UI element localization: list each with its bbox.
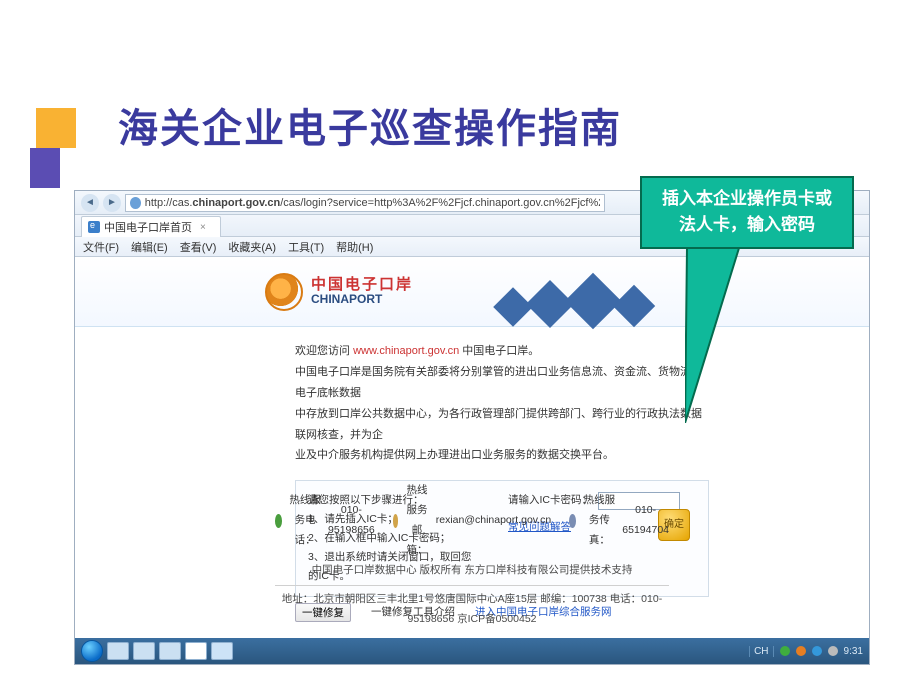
taskbar-browser-icon[interactable]: [159, 642, 181, 660]
site-header: 中国电子口岸 CHINAPORT: [75, 257, 869, 327]
tray-icon-3[interactable]: [812, 646, 822, 656]
globe-icon: [130, 197, 141, 209]
callout-line2: 法人卡，输入密码: [650, 212, 844, 238]
menu-edit[interactable]: 编辑(E): [131, 239, 168, 255]
clock[interactable]: 9:31: [844, 646, 863, 657]
tab-title: 中国电子口岸首页: [104, 219, 192, 235]
intro-line-2: 中存放到口岸公共数据中心，为各行政管理部门提供跨部门、跨行业的行政执法数据联网核…: [295, 404, 709, 446]
taskbar-word-icon[interactable]: [211, 642, 233, 660]
start-button[interactable]: [81, 640, 103, 662]
tray-icon-2[interactable]: [796, 646, 806, 656]
tray-icon-4[interactable]: [828, 646, 838, 656]
browser-tab[interactable]: 中国电子口岸首页 ×: [81, 216, 221, 237]
welcome-url[interactable]: www.chinaport.gov.cn: [353, 345, 459, 357]
browser-window: ◄ ► http://cas.chinaport.gov.cn/cas/logi…: [74, 190, 870, 665]
hotline-row: 热线服务电话：010-95198656 热线服务邮箱：rexian@chinap…: [275, 481, 669, 561]
intro-line-1: 中国电子口岸是国务院有关部委将分别掌管的进出口业务信息流、资金流、货物流等电子底…: [295, 362, 709, 404]
menu-help[interactable]: 帮助(H): [336, 239, 373, 255]
taskbar-qq-icon[interactable]: [185, 642, 207, 660]
site-logo: 中国电子口岸 CHINAPORT: [265, 273, 413, 311]
fax-icon: [569, 514, 576, 528]
forward-button[interactable]: ►: [103, 194, 121, 212]
phone-icon: [275, 514, 282, 528]
menu-fav[interactable]: 收藏夹(A): [228, 239, 276, 255]
slide-decor: [36, 108, 76, 148]
back-button[interactable]: ◄: [81, 194, 99, 212]
menu-tools[interactable]: 工具(T): [288, 239, 324, 255]
url-text: http://cas.chinaport.gov.cn/cas/login?se…: [145, 197, 600, 209]
tab-close-icon[interactable]: ×: [200, 222, 206, 233]
taskbar: CH 9:31: [75, 638, 869, 664]
favicon-icon: [88, 221, 100, 233]
url-box[interactable]: http://cas.chinaport.gov.cn/cas/login?se…: [125, 194, 605, 212]
address-line: 地址：北京市朝阳区三丰北里1号悠唐国际中心A座15层 邮编：100738 电话：…: [275, 585, 669, 630]
system-tray[interactable]: CH 9:31: [749, 646, 863, 657]
logo-icon: [265, 273, 303, 311]
lang-indicator[interactable]: CH: [749, 646, 773, 657]
site-footer: 热线服务电话：010-95198656 热线服务邮箱：rexian@chinap…: [75, 475, 869, 636]
logo-cn: 中国电子口岸: [311, 277, 413, 294]
taskbar-explorer-icon[interactable]: [133, 642, 155, 660]
menu-file[interactable]: 文件(F): [83, 239, 119, 255]
mail-icon: [393, 514, 399, 528]
menu-view[interactable]: 查看(V): [180, 239, 217, 255]
copyright-line: 中国电子口岸数据中心 版权所有 东方口岸科技有限公司提供技术支持: [275, 561, 669, 581]
slide-title: 海关企业电子巡查操作指南: [118, 96, 622, 154]
taskbar-ie-icon[interactable]: [107, 642, 129, 660]
page-viewport: 中国电子口岸 CHINAPORT 欢迎您访问 www.chinaport.gov…: [75, 257, 869, 664]
callout-line1: 插入本企业操作员卡或: [650, 186, 844, 212]
intro-line-3: 业及中介服务机构提供网上办理进出口业务服务的数据交换平台。: [295, 445, 709, 466]
logo-en: CHINAPORT: [311, 293, 413, 306]
welcome-line: 欢迎您访问 www.chinaport.gov.cn 中国电子口岸。: [295, 341, 709, 362]
callout-bubble: 插入本企业操作员卡或 法人卡，输入密码: [640, 176, 854, 249]
tray-icon-1[interactable]: [780, 646, 790, 656]
